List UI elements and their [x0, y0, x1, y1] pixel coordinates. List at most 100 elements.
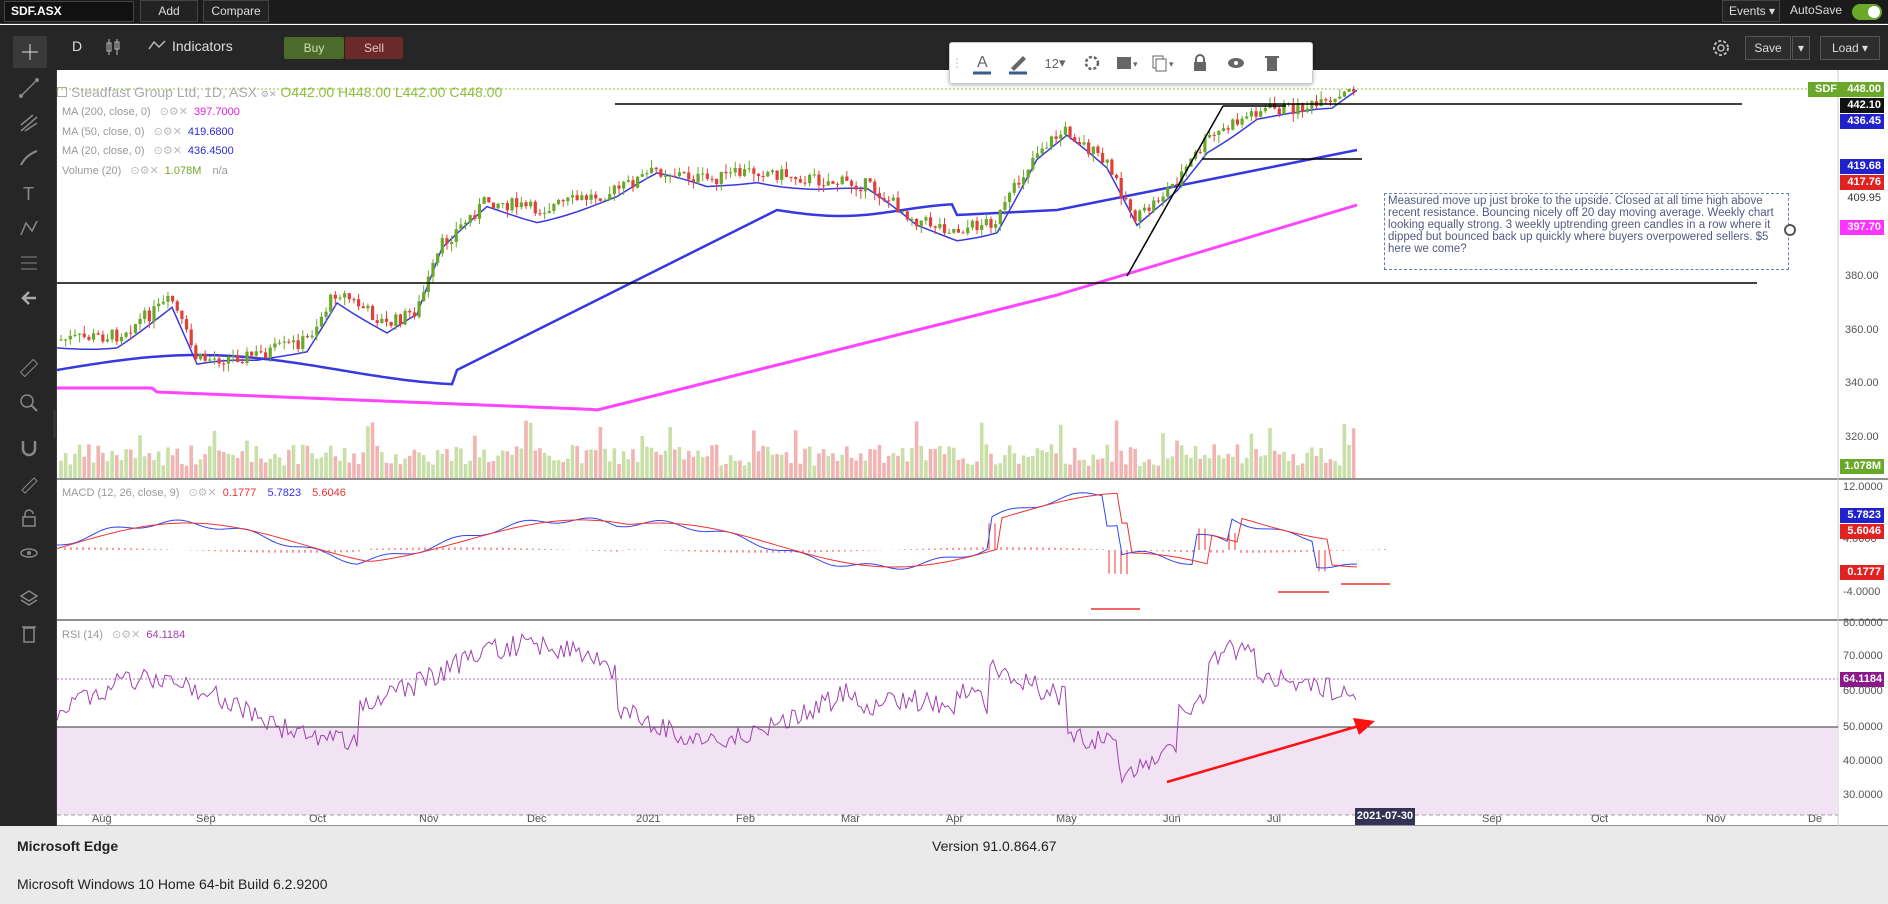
- volume-bar: [1082, 459, 1086, 478]
- buy-button[interactable]: Buy: [284, 37, 344, 59]
- candle-body: [1003, 201, 1007, 210]
- chart-canvas[interactable]: 380.00360.00340.00320.0012.00004.0000-4.…: [56, 70, 1888, 827]
- fork-tool-icon[interactable]: [13, 108, 45, 138]
- collapse-legend-icon[interactable]: [57, 87, 67, 97]
- lock-drawing-icon[interactable]: [1182, 43, 1218, 83]
- pattern-tool-icon[interactable]: [13, 213, 45, 243]
- ma200-legend[interactable]: MA (200, close, 0) ⊙⚙✕ 397.7000: [62, 103, 240, 123]
- volume-bar: [528, 422, 533, 478]
- save-options-chevron-icon[interactable]: ▾: [1792, 36, 1810, 60]
- compare-button[interactable]: Compare: [203, 0, 269, 22]
- font-size-dropdown[interactable]: 12 ▾: [1036, 43, 1074, 83]
- volume-bar: [366, 426, 370, 478]
- trash-icon[interactable]: [13, 618, 45, 648]
- candle-body: [984, 219, 988, 226]
- candle-body: [719, 171, 723, 185]
- study-controls-icons[interactable]: ⊙⚙✕: [188, 487, 216, 499]
- candle-body: [1277, 108, 1281, 115]
- indicators-button[interactable]: Indicators: [148, 38, 233, 54]
- crosshair-icon[interactable]: [13, 36, 47, 68]
- candle-body: [738, 168, 742, 176]
- fib-tool-icon[interactable]: [13, 248, 45, 278]
- lock-icon[interactable]: [13, 503, 45, 533]
- line-color-icon[interactable]: [1000, 43, 1036, 83]
- study-controls-icons[interactable]: ⊙⚙✕: [154, 145, 182, 157]
- visibility-eye-icon[interactable]: [1218, 43, 1254, 83]
- volume-bar: [1184, 454, 1189, 478]
- volume-bar: [1212, 444, 1216, 478]
- chart-area[interactable]: 380.00 360.00 340.00 320.00 12.0000 4.0000 -4.…: [56, 70, 1888, 827]
- legend-settings-icons[interactable]: ⚙✕: [261, 89, 277, 99]
- ma20-legend[interactable]: MA (20, close, 0) ⊙⚙✕ 436.4500: [62, 142, 240, 162]
- save-button[interactable]: Save: [1745, 36, 1791, 60]
- study-controls-icons[interactable]: ⊙⚙✕: [154, 126, 182, 138]
- price-tick-label: 360.00: [1845, 324, 1879, 336]
- candle-body: [710, 178, 714, 180]
- study-controls-icons[interactable]: ⊙⚙✕: [112, 629, 140, 641]
- chart-annotation[interactable]: Measured move up just broke to the upsid…: [1384, 193, 1789, 270]
- symbol-input[interactable]: SDF.ASX: [4, 1, 134, 22]
- brush-icon[interactable]: [13, 143, 45, 173]
- volume-bar: [952, 447, 956, 478]
- macd-legend[interactable]: MACD (12, 26, close, 9) ⊙⚙✕ 0.1777 5.7823…: [62, 486, 346, 499]
- volume-bar: [1272, 450, 1277, 478]
- chevron-down-icon: ▾: [1769, 4, 1776, 18]
- text-color-icon[interactable]: A: [964, 43, 1000, 83]
- layers-icon[interactable]: [13, 583, 45, 613]
- draw-mode-icon[interactable]: [13, 468, 45, 498]
- volume-bar: [524, 420, 528, 478]
- volume-bar: [63, 453, 68, 478]
- sell-button[interactable]: Sell: [345, 37, 403, 59]
- ruler-icon[interactable]: [13, 353, 45, 383]
- volume-bar: [389, 463, 393, 478]
- candle-body: [1152, 200, 1156, 211]
- ma50-legend[interactable]: MA (50, close, 0) ⊙⚙✕ 419.6800: [62, 123, 240, 143]
- load-button[interactable]: Load ▾: [1820, 36, 1880, 60]
- volume-bar: [793, 430, 798, 478]
- trend-line-icon[interactable]: [13, 73, 45, 103]
- browser-name: Microsoft Edge: [17, 838, 119, 854]
- volume-legend[interactable]: Volume (20) ⊙⚙✕ 1.078M n/a: [62, 162, 240, 182]
- candle-body: [203, 353, 207, 361]
- close-value: C448.00: [449, 84, 503, 100]
- time-tick-label: Nov: [419, 813, 439, 825]
- candle-body: [380, 318, 384, 324]
- clone-icon[interactable]: ▾: [1146, 43, 1182, 83]
- ma20-label: MA (20, close, 0): [62, 145, 145, 157]
- volume-bar: [580, 463, 584, 478]
- volume-bar: [1314, 456, 1319, 478]
- fill-style-icon[interactable]: ▾: [1110, 43, 1146, 83]
- magnet-icon[interactable]: [13, 433, 45, 463]
- study-controls-icons[interactable]: ⊙⚙✕: [160, 106, 188, 118]
- candle-body: [961, 232, 965, 234]
- eye-icon[interactable]: [13, 538, 45, 568]
- rsi-legend[interactable]: RSI (14) ⊙⚙✕ 64.1184: [62, 628, 185, 641]
- candle-body: [589, 194, 593, 200]
- zoom-icon[interactable]: [13, 388, 45, 418]
- candle-body: [338, 297, 342, 299]
- study-controls-icons[interactable]: ⊙⚙✕: [130, 165, 158, 177]
- add-button[interactable]: Add: [140, 0, 198, 22]
- ma200-path: [57, 203, 1358, 412]
- volume-bar: [310, 453, 314, 478]
- events-dropdown[interactable]: Events ▾: [1722, 0, 1780, 22]
- settings-gear-icon[interactable]: [1710, 37, 1732, 62]
- delete-drawing-trash-icon[interactable]: [1254, 43, 1290, 83]
- period-selector[interactable]: D: [72, 38, 82, 54]
- text-tool-icon[interactable]: T: [13, 178, 45, 208]
- candle-type-icon[interactable]: [105, 37, 121, 60]
- volume-bar: [296, 464, 300, 478]
- macd-lines: [56, 492, 1358, 570]
- volume-bar: [775, 454, 779, 478]
- autosave-toggle[interactable]: [1852, 4, 1882, 20]
- volume-bar: [668, 426, 672, 478]
- volume-bar: [761, 445, 765, 478]
- drawing-settings-gear-icon[interactable]: [1074, 43, 1110, 83]
- candle-body: [124, 332, 128, 337]
- candle-body: [64, 339, 68, 341]
- candle-body: [282, 341, 286, 343]
- back-arrow-icon[interactable]: [13, 283, 45, 313]
- volume-bar: [714, 444, 719, 478]
- annotation-handle[interactable]: [1784, 224, 1796, 236]
- drag-handle-icon[interactable]: ⋮: [950, 43, 964, 83]
